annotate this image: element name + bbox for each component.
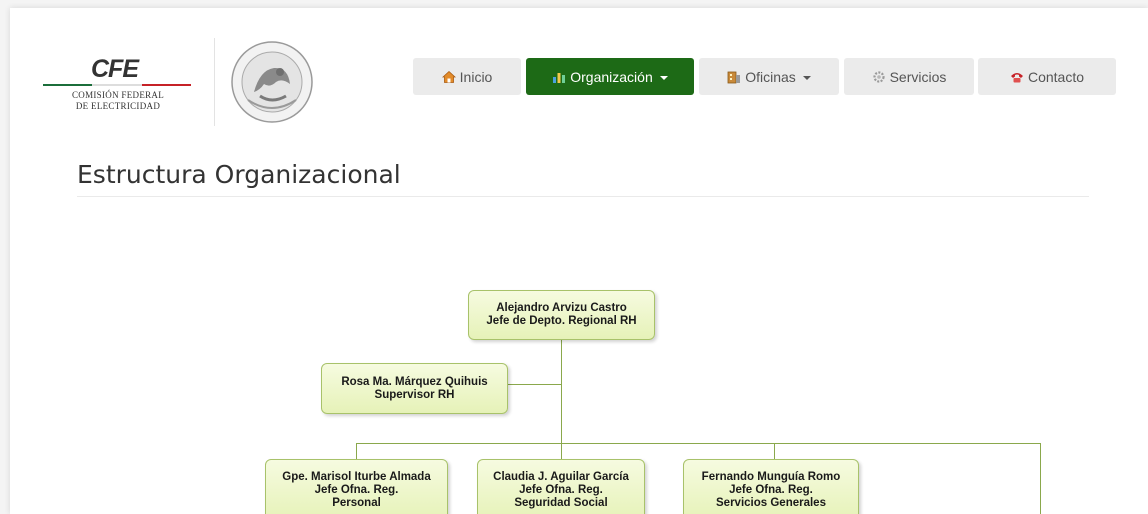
org-box-head[interactable]: Alejandro Arvizu Castro Jefe de Depto. R… [468,290,655,340]
cfe-name-line2: DE ELECTRICIDAD [75,101,161,111]
connector-horizontal [356,443,1040,444]
org-head-name: Alejandro Arvizu Castro [496,302,627,314]
title-divider [77,196,1089,197]
nav-organizacion-label: Organización [570,68,653,85]
nav-inicio-label: Inicio [459,68,493,85]
nav-contacto[interactable]: Contacto [978,58,1116,95]
org-child-name: Gpe. Marisol Iturbe Almada [282,470,431,483]
org-assistant-name: Rosa Ma. Márquez Quihuis [341,375,488,388]
nav-oficinas-label: Oficinas [745,68,796,85]
org-assistant-role: Supervisor RH [374,388,455,401]
org-child-area: Personal [332,496,381,509]
cfe-tricolor-bar [43,84,191,86]
page-title: Estructura Organizacional [77,159,401,189]
nav-contacto-label: Contacto [1027,68,1085,85]
nav-servicios-label: Servicios [889,68,947,85]
nav-oficinas[interactable]: Oficinas [699,58,839,95]
org-child-area: Servicios Generales [716,496,826,509]
chevron-down-icon [802,75,811,80]
org-box-child[interactable]: Gpe. Marisol Iturbe Almada Jefe Ofna. Re… [265,459,448,514]
connector-child-1 [356,443,357,459]
org-child-name: Claudia J. Aguilar García [493,470,629,483]
gears-icon [872,70,885,83]
phone-icon [1010,72,1023,82]
org-child-name: Fernando Munguía Romo [701,470,841,483]
org-box-child[interactable]: Claudia J. Aguilar García Jefe Ofna. Reg… [477,459,645,514]
org-child-area: Seguridad Social [514,496,608,509]
org-child-role: Jefe Ofna. Reg. [519,483,603,496]
org-child-role: Jefe Ofna. Reg. [729,483,813,496]
connector-assistant [508,384,562,385]
page-container: CFE COMISIÓN FEDERAL DE ELECTRICIDAD Ini… [10,8,1148,514]
cfe-wordmark: CFE [91,55,139,83]
nav-inicio[interactable]: Inicio [413,58,521,95]
cfe-logo[interactable]: CFE COMISIÓN FEDERAL DE ELECTRICIDAD [43,55,193,125]
connector-child-3 [774,443,775,459]
org-box-assistant[interactable]: Rosa Ma. Márquez Quihuis Supervisor RH [321,363,508,414]
connector-head-trunk [561,340,562,443]
org-child-role: Jefe Ofna. Reg. [314,483,399,496]
org-box-child[interactable]: Fernando Munguía Romo Jefe Ofna. Reg. Se… [683,459,859,514]
building-icon [727,71,741,83]
nav-servicios[interactable]: Servicios [844,58,974,95]
home-icon [441,70,456,83]
connector-child-4 [1040,443,1041,514]
org-chart-icon [553,72,566,83]
nav-organizacion[interactable]: Organización [526,58,694,95]
org-head-role: Jefe de Depto. Regional RH [486,315,637,327]
logo-divider [214,38,215,126]
cfe-name-line1: COMISIÓN FEDERAL [71,90,165,100]
chevron-down-icon [659,75,668,80]
connector-child-2 [561,443,562,459]
mexico-seal-icon [231,41,313,123]
